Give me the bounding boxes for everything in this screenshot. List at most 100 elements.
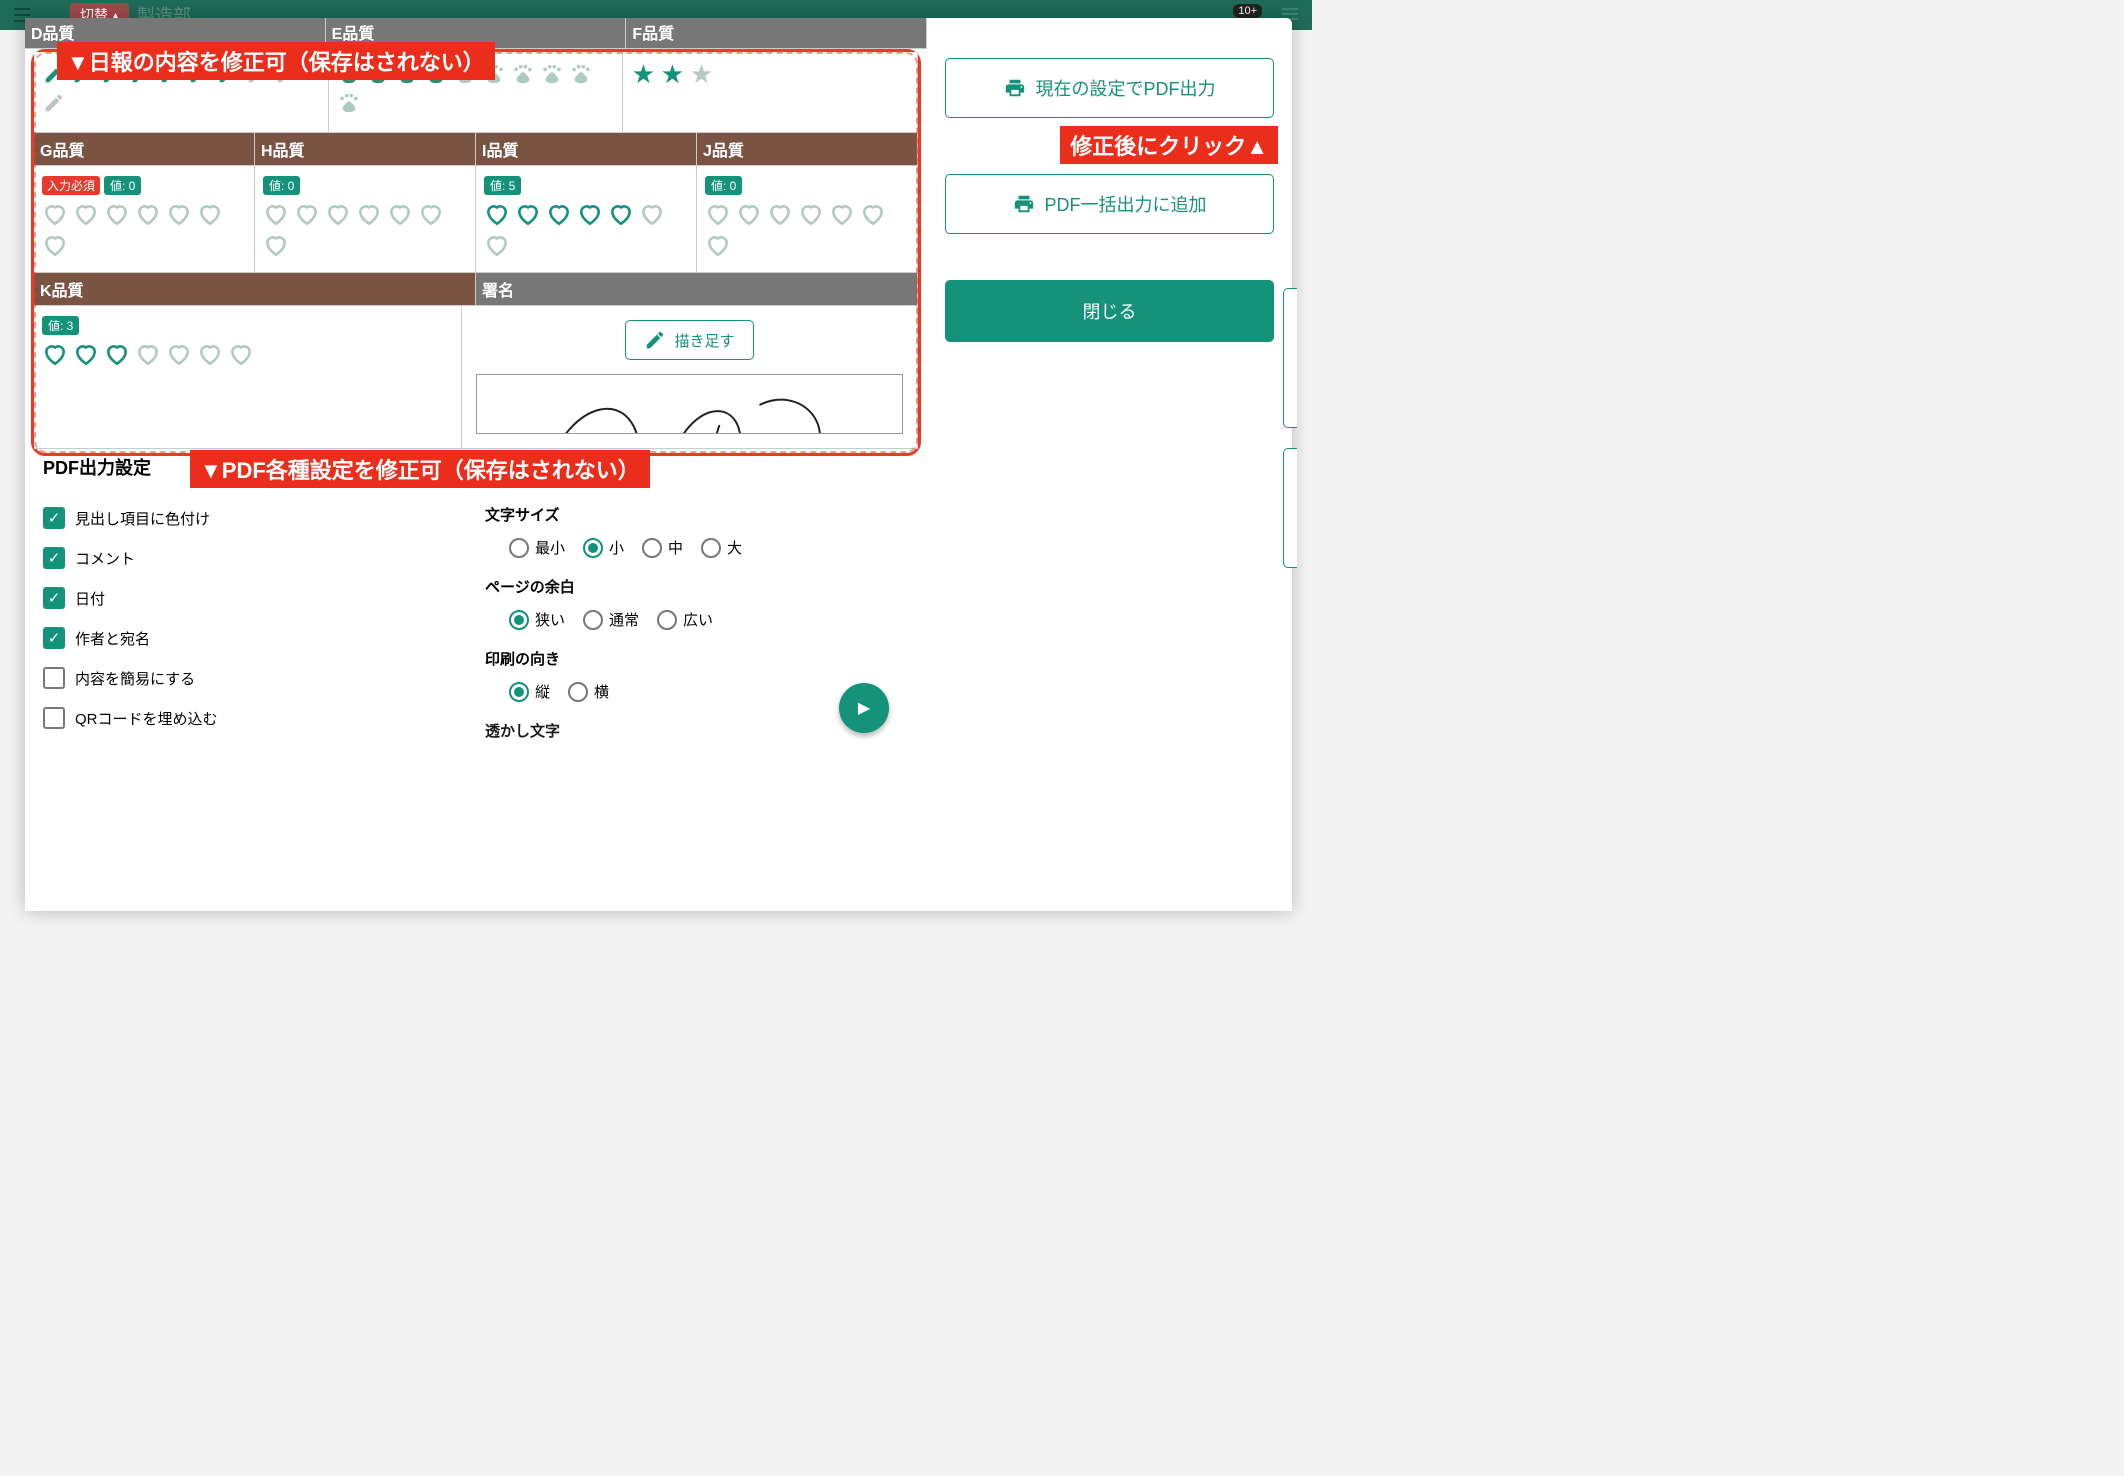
- heart-icon[interactable]: [515, 201, 541, 227]
- close-button[interactable]: 閉じる: [945, 280, 1274, 342]
- heart-icon[interactable]: [325, 201, 351, 227]
- heart-icon[interactable]: [356, 201, 382, 227]
- radio-icon: [583, 610, 603, 630]
- heart-icon[interactable]: [263, 201, 289, 227]
- required-badge: 入力必須: [42, 176, 100, 195]
- check-label: QRコードを埋め込む: [75, 708, 218, 729]
- close-button-label: 閉じる: [1083, 302, 1137, 322]
- heart-icon[interactable]: [829, 201, 855, 227]
- annotation-edit-report: ▼日報の内容を修正可（保存はされない）: [57, 42, 495, 80]
- heart-icon[interactable]: [577, 201, 603, 227]
- heart-icon[interactable]: [135, 341, 161, 367]
- radio-icon: [509, 682, 529, 702]
- paw-icon[interactable]: [337, 91, 361, 115]
- paw-icon[interactable]: [511, 62, 535, 86]
- heart-icon[interactable]: [73, 341, 99, 367]
- dialog-left-pane: D品質 E品質 F品質 ▼日報の内容を修正可（保存はされない）: [25, 18, 927, 911]
- heart-icon[interactable]: [484, 201, 510, 227]
- signature-header: 署名: [476, 273, 917, 305]
- annotation-click-after-edit: 修正後にクリック▲: [1060, 126, 1278, 164]
- heart-icon[interactable]: [197, 341, 223, 367]
- heart-icon[interactable]: [166, 341, 192, 367]
- heart-icon[interactable]: [166, 201, 192, 227]
- radio-orient-h[interactable]: 横: [568, 681, 609, 702]
- pdf-batch-add-button[interactable]: PDF一括出力に追加: [945, 174, 1274, 234]
- radio-font-m[interactable]: 中: [642, 537, 683, 558]
- quality-f-rating[interactable]: ★ ★ ★: [623, 52, 917, 132]
- heart-icon[interactable]: [228, 341, 254, 367]
- fab-next-button[interactable]: ▶: [839, 683, 889, 733]
- heart-icon[interactable]: [42, 201, 68, 227]
- signature-canvas[interactable]: [476, 374, 903, 434]
- check-qrcode[interactable]: QRコードを埋め込む: [43, 698, 467, 738]
- quality-j-rating[interactable]: 値: 0: [697, 166, 917, 272]
- star-icon[interactable]: ★: [689, 62, 713, 86]
- check-simplify[interactable]: 内容を簡易にする: [43, 658, 467, 698]
- paw-icon[interactable]: [569, 62, 593, 86]
- star-icon[interactable]: ★: [631, 62, 655, 86]
- heart-icon[interactable]: [705, 201, 731, 227]
- radio-icon: [642, 538, 662, 558]
- quality-g-rating[interactable]: 入力必須 値: 0: [34, 166, 254, 272]
- heart-icon[interactable]: [705, 232, 731, 258]
- radio-icon: [509, 610, 529, 630]
- heart-icon[interactable]: [736, 201, 762, 227]
- heart-icon[interactable]: [42, 341, 68, 367]
- heart-icon[interactable]: [608, 201, 634, 227]
- check-label: 内容を簡易にする: [75, 668, 195, 689]
- heart-icon[interactable]: [104, 341, 130, 367]
- heart-icon[interactable]: [263, 232, 289, 258]
- quality-j-header: J品質: [697, 133, 917, 165]
- signature-cell: 描き足す: [462, 306, 918, 449]
- heart-icon[interactable]: [387, 201, 413, 227]
- checkbox-icon: ✓: [43, 547, 65, 569]
- heart-icon[interactable]: [639, 201, 665, 227]
- pdf-export-current-button[interactable]: 現在の設定でPDF出力: [945, 58, 1274, 118]
- radio-font-l[interactable]: 大: [701, 537, 742, 558]
- radio-font-xs[interactable]: 最小: [509, 537, 565, 558]
- check-date[interactable]: ✓日付: [43, 578, 467, 618]
- heart-icon[interactable]: [418, 201, 444, 227]
- check-author[interactable]: ✓作者と宛名: [43, 618, 467, 658]
- notification-badge[interactable]: 10+: [1233, 4, 1262, 18]
- radio-icon: [509, 538, 529, 558]
- signature-draw-button[interactable]: 描き足す: [625, 320, 753, 360]
- quality-f-header: F品質: [626, 18, 926, 48]
- pdf-settings-panel: PDF出力設定 ▼PDF各種設定を修正可（保存はされない） ✓見出し項目に色付け…: [25, 456, 927, 753]
- quality-k-rating[interactable]: 値: 3: [34, 306, 461, 386]
- heart-icon[interactable]: [294, 201, 320, 227]
- star-icon[interactable]: ★: [660, 62, 684, 86]
- background-card-edge: [1283, 448, 1297, 568]
- font-size-label: 文字サイズ: [485, 504, 909, 525]
- value-badge: 値: 0: [104, 176, 141, 195]
- radio-margin-narrow[interactable]: 狭い: [509, 609, 565, 630]
- heart-icon[interactable]: [860, 201, 886, 227]
- radio-margin-wide[interactable]: 広い: [657, 609, 713, 630]
- quality-h-rating[interactable]: 値: 0: [255, 166, 475, 272]
- font-size-group: 最小 小 中 大: [485, 537, 909, 558]
- heart-icon[interactable]: [135, 201, 161, 227]
- printer-icon: [1013, 193, 1035, 215]
- heart-icon[interactable]: [104, 201, 130, 227]
- heart-icon[interactable]: [798, 201, 824, 227]
- checkbox-icon: [43, 707, 65, 729]
- paw-icon[interactable]: [540, 62, 564, 86]
- heart-icon[interactable]: [73, 201, 99, 227]
- check-comment[interactable]: ✓コメント: [43, 538, 467, 578]
- heart-icon[interactable]: [484, 232, 510, 258]
- heart-icon[interactable]: [546, 201, 572, 227]
- dialog-right-pane: 現在の設定でPDF出力 修正後にクリック▲ PDF一括出力に追加 閉じる: [927, 18, 1292, 911]
- radio-icon: [568, 682, 588, 702]
- pencil-icon[interactable]: [42, 91, 66, 115]
- check-color-header[interactable]: ✓見出し項目に色付け: [43, 498, 467, 538]
- radio-font-s[interactable]: 小: [583, 537, 624, 558]
- page-margin-label: ページの余白: [485, 576, 909, 597]
- pdf-export-current-label: 現在の設定でPDF出力: [1036, 75, 1216, 101]
- quality-i-rating[interactable]: 値: 5: [476, 166, 696, 272]
- pdf-batch-add-label: PDF一括出力に追加: [1045, 191, 1207, 217]
- radio-orient-v[interactable]: 縦: [509, 681, 550, 702]
- heart-icon[interactable]: [767, 201, 793, 227]
- heart-icon[interactable]: [197, 201, 223, 227]
- heart-icon[interactable]: [42, 232, 68, 258]
- radio-margin-normal[interactable]: 通常: [583, 609, 639, 630]
